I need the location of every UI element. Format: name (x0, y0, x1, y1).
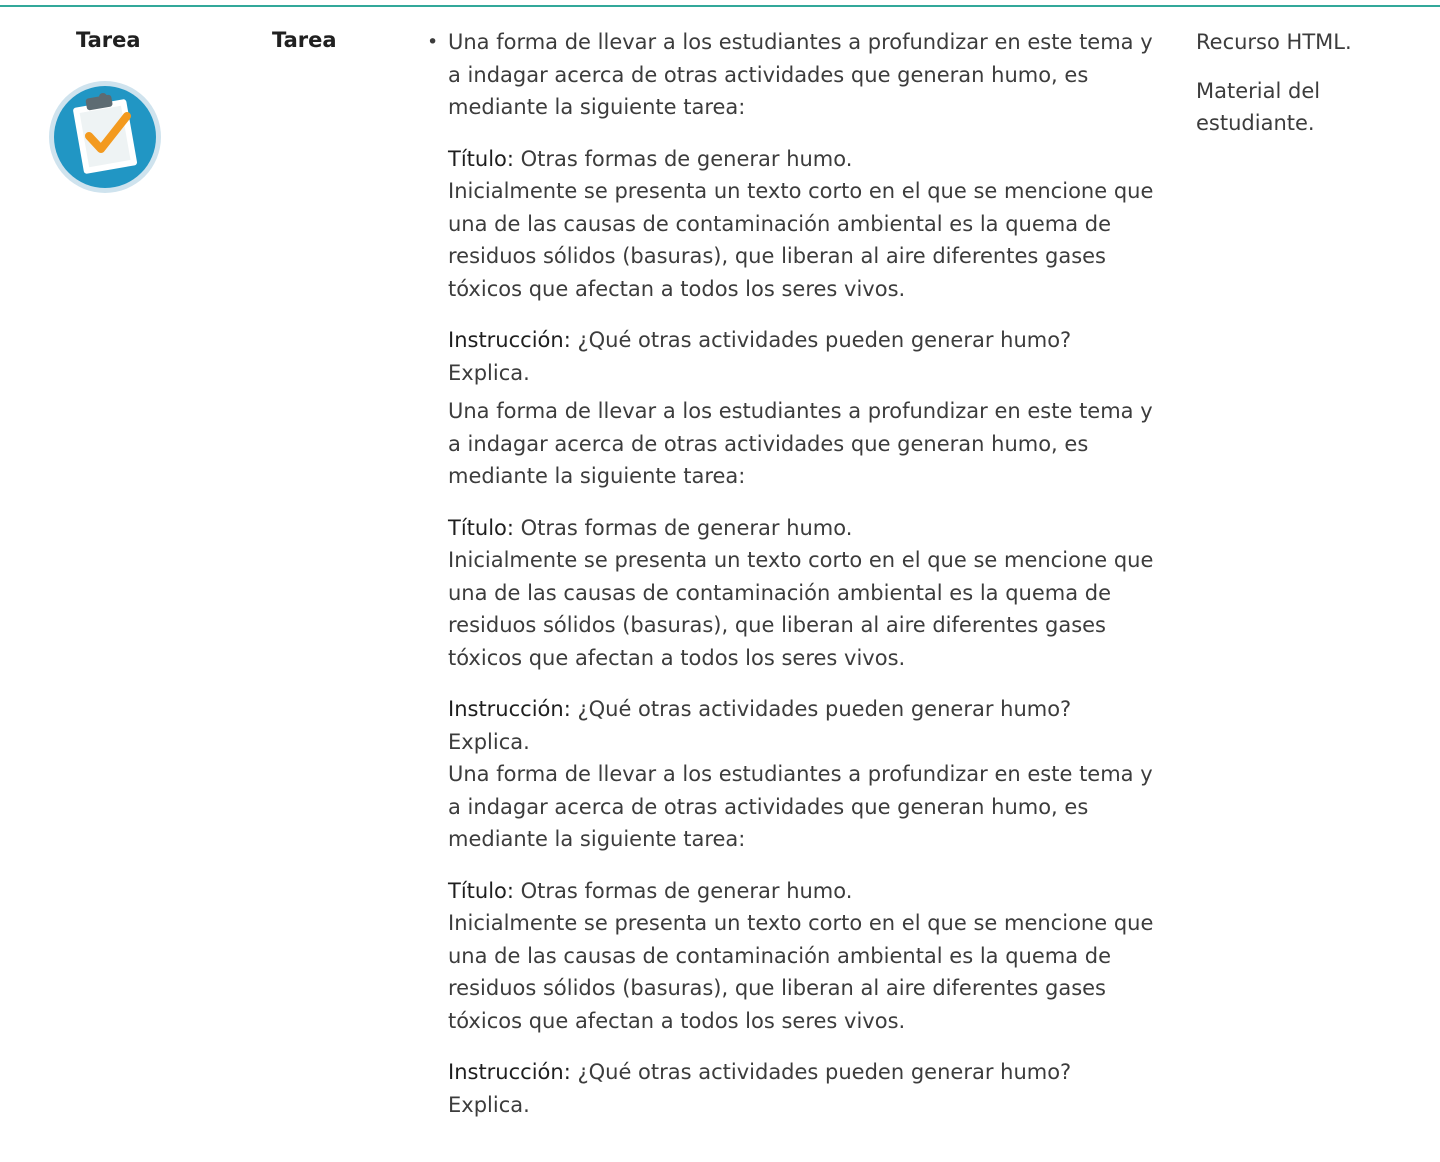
instruction-label: Instrucción: (448, 328, 571, 352)
clipboard-check-icon (49, 81, 161, 193)
intro-paragraph: Una forma de llevar a los estudiantes a … (448, 762, 1153, 851)
title-label: Título: (448, 515, 514, 540)
resource-item: Recurso HTML. (1196, 30, 1352, 54)
title-label: Título: (448, 878, 514, 903)
body-paragraph: Inicialmente se presenta un texto corto … (448, 911, 1154, 1033)
intro-paragraph: Una forma de llevar a los estudiantes a … (448, 399, 1153, 488)
resource-item: Material del estudiante. (1196, 78, 1321, 136)
body-paragraph: Inicialmente se presenta un texto corto … (448, 548, 1154, 670)
title-line: Título: Otras formas de generar humo. (448, 512, 1158, 545)
title-text: Otras formas de generar humo. (513, 878, 853, 903)
instruction-line: Instrucción: ¿Qué otras actividades pued… (448, 324, 1158, 389)
intro-paragraph: Una forma de llevar a los estudiantes a … (448, 30, 1153, 119)
title-line: Título: Otras formas de generar humo. (448, 875, 1158, 908)
body-paragraph: Inicialmente se presenta un texto corto … (448, 179, 1154, 301)
instruction-line: Instrucción: ¿Qué otras actividades pued… (448, 693, 1158, 758)
bullet-marker: • (427, 31, 439, 53)
resources-column: Recurso HTML. Material del estudiante. (1196, 26, 1426, 140)
resource-type-label: Tarea (76, 28, 141, 52)
title-text: Otras formas de generar humo. (513, 515, 853, 540)
title-text: Otras formas de generar humo. (513, 146, 853, 171)
title-line: Título: Otras formas de generar humo. (448, 143, 1158, 176)
instruction-line: Instrucción: ¿Qué otras actividades pued… (448, 1056, 1158, 1121)
activity-description: • Una forma de llevar a los estudiantes … (427, 26, 1158, 1121)
top-divider (0, 5, 1440, 7)
instruction-label: Instrucción: (448, 697, 571, 721)
activity-name-label: Tarea (272, 28, 337, 52)
title-label: Título: (448, 146, 514, 171)
instruction-label: Instrucción: (448, 1060, 571, 1084)
